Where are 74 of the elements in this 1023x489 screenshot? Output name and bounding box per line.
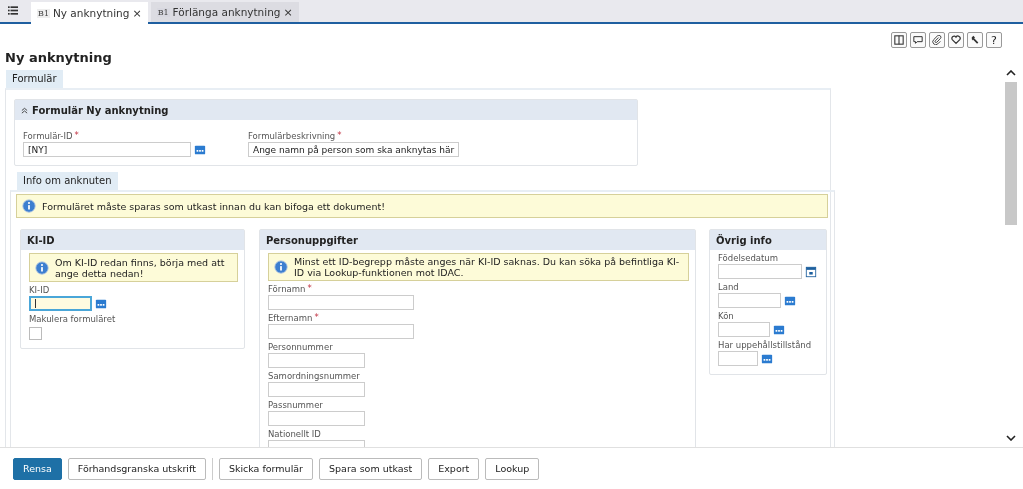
lookup-icon[interactable] [784,294,796,307]
tab[interactable]: B1 Ny anknytning × [31,2,148,24]
section-title: Personuppgifter [266,234,358,246]
input-field[interactable]: Ange namn på person som ska anknytas här [248,142,460,157]
tab-label: Ny anknytning [52,7,130,19]
scrollbar-thumb[interactable] [1005,82,1017,225]
input-field[interactable] [268,324,414,339]
required-marker: * [307,284,312,293]
paperclip-icon[interactable] [929,32,945,48]
tab-label: Förlänga anknytning [172,6,281,18]
action-button[interactable]: Skicka formulär [218,457,313,480]
input-field[interactable] [718,322,770,337]
input-field[interactable] [718,293,781,308]
field-label: Land [718,282,739,293]
action-button[interactable]: Rensa [13,457,62,480]
action-button[interactable]: Export [428,457,480,480]
tab-badge: B1 [37,8,50,18]
calendar-icon[interactable] [805,265,817,278]
field-label: Samordningsnummer [268,371,360,382]
info-text: Om KI-ID redan finns, börja med att ange detta nedan! [55,257,226,279]
action-button[interactable]: Förhandsgranska utskrift [67,457,206,480]
menu-icon[interactable] [8,6,18,15]
input-field[interactable] [268,382,365,397]
field-label: Förnamn [268,284,306,295]
action-button[interactable]: Lookup [485,457,540,480]
scroll-down-icon[interactable] [1006,435,1016,441]
checkbox[interactable] [29,327,42,340]
field-label: Formulär-ID [23,131,73,142]
close-icon[interactable]: × [283,5,293,19]
info-text: Minst ett ID-begrepp måste anges när KI-ID saknas. Du kan söka på befintliga KI-ID via Lookup-funktionen mot IDAC. [294,256,681,278]
required-marker: * [74,131,79,140]
input-field[interactable] [268,353,365,368]
field-label: Passnummer [268,400,323,411]
field-label: Personnummer [268,342,333,353]
info-icon [274,260,288,274]
help-button[interactable]: ? [986,32,1002,48]
action-button[interactable]: Spara som utkast [319,457,423,480]
section-title: KI-ID [27,234,55,246]
lookup-icon[interactable] [95,297,107,310]
lookup-icon[interactable] [773,323,785,336]
field-label: Efternamn [268,313,313,324]
input-field[interactable] [29,296,92,311]
collapse-icon[interactable] [21,106,28,114]
field-label: Makulera formuläret [29,314,116,325]
close-icon[interactable]: × [132,6,142,20]
field-label: Har uppehållstillstånd [718,340,812,351]
wrench-icon[interactable] [967,32,983,48]
section-tab[interactable]: Formulär [6,70,63,88]
field-label: Nationellt ID [268,429,321,440]
input-field[interactable] [718,351,758,366]
split-view-icon[interactable] [891,32,907,48]
required-marker: * [314,313,319,322]
field-label: KI-ID [29,285,50,296]
input-field[interactable]: [NY] [23,142,191,157]
section-title: Formulär Ny anknytning [32,104,169,116]
lookup-icon[interactable] [194,143,206,156]
info-text: Formuläret måste sparas som utkast innan du kan bifoga ett dokument! [42,200,385,212]
section-title: Övrig info [716,234,772,246]
info-icon [22,199,36,213]
tab[interactable]: B1 Förlänga anknytning × [150,2,299,22]
field-label: Formulärbeskrivning [248,131,336,142]
comment-icon[interactable] [910,32,926,48]
lookup-icon[interactable] [761,352,773,365]
input-field[interactable] [268,295,414,310]
section-tab[interactable]: Info om anknuten [17,172,118,190]
info-icon [35,261,49,275]
page-title: Ny anknytning [5,50,113,65]
input-field[interactable] [268,411,365,426]
scroll-up-icon[interactable] [1006,70,1016,76]
tab-badge: B1 [156,7,170,17]
field-label: Födelsedatum [718,253,779,264]
input-field[interactable] [718,264,802,279]
required-marker: * [337,131,342,140]
field-label: Kön [718,311,734,322]
